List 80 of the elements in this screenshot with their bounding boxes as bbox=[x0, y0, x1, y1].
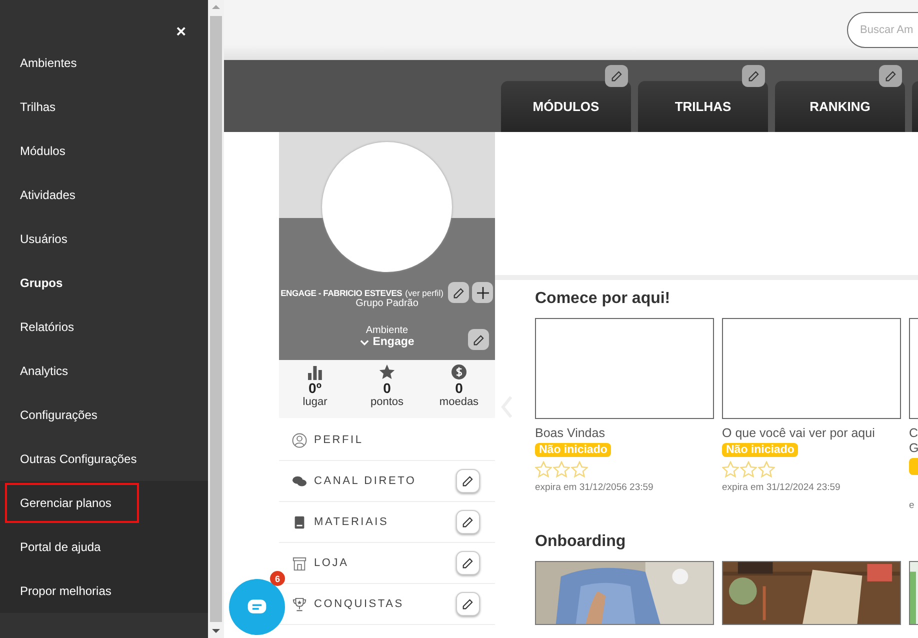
section-title: Onboarding bbox=[535, 533, 627, 551]
sidebar-item[interactable]: Gerenciar planos bbox=[5, 483, 139, 523]
pencil-icon bbox=[461, 515, 475, 529]
user-name: ENGAGE - FABRICIO ESTEVES bbox=[280, 288, 402, 298]
sidebar-item[interactable]: Grupos bbox=[5, 263, 78, 303]
menu-item[interactable]: CONQUISTAS bbox=[292, 596, 404, 612]
add-button[interactable] bbox=[472, 282, 494, 303]
edit-button[interactable] bbox=[879, 65, 902, 87]
card-image-frame[interactable] bbox=[722, 318, 901, 419]
coin-icon bbox=[451, 364, 467, 380]
sidebar-item[interactable]: Relatórios bbox=[5, 307, 90, 347]
edit-button[interactable] bbox=[456, 510, 480, 534]
status-badge: Não iniciado bbox=[535, 443, 612, 457]
pencil-icon bbox=[884, 69, 898, 83]
environment-dropdown[interactable]: Engage bbox=[360, 336, 414, 348]
user-icon bbox=[292, 432, 307, 448]
pencil-icon bbox=[461, 597, 475, 611]
star-icon bbox=[722, 461, 739, 478]
sidebar-item[interactable]: Usuários bbox=[5, 219, 82, 259]
edit-button[interactable] bbox=[742, 65, 765, 87]
stat-label: moedas bbox=[439, 396, 479, 408]
expiry-date: expira em 31/12/2024 23:59 bbox=[722, 482, 840, 493]
pencil-icon bbox=[472, 332, 486, 346]
pencil-icon bbox=[746, 69, 760, 83]
card-title[interactable]: C G bbox=[909, 426, 918, 456]
menu-item[interactable]: MATERIAIS bbox=[292, 514, 389, 530]
status-badge: Não iniciado bbox=[722, 443, 798, 457]
chat-icon bbox=[292, 474, 307, 488]
pencil-icon bbox=[610, 69, 624, 83]
card-title[interactable]: O que você vai ver por aqui bbox=[722, 426, 875, 441]
stat-value: 0 bbox=[455, 380, 463, 396]
pencil-icon bbox=[461, 474, 475, 488]
edit-button[interactable] bbox=[468, 329, 489, 350]
expiry-date: e bbox=[909, 500, 914, 511]
menu-item[interactable]: LOJA bbox=[292, 556, 349, 570]
tab[interactable]: RANKING bbox=[775, 81, 905, 132]
star-icon bbox=[571, 461, 588, 478]
star-icon bbox=[379, 364, 395, 380]
book-icon bbox=[292, 514, 307, 530]
menu-item[interactable]: CANAL DIRETO bbox=[292, 474, 416, 488]
close-button[interactable]: × bbox=[176, 23, 186, 41]
stat-label: pontos bbox=[370, 396, 404, 408]
edit-button[interactable] bbox=[448, 282, 470, 303]
expiry-date: expira em 31/12/2056 23:59 bbox=[535, 482, 654, 493]
edit-button[interactable] bbox=[456, 592, 480, 616]
card-image-frame[interactable] bbox=[535, 318, 714, 419]
chevron-down-icon bbox=[360, 338, 369, 346]
scrollbar[interactable] bbox=[208, 0, 224, 638]
plus-icon bbox=[474, 284, 491, 300]
sidebar-item[interactable]: Outras Configurações bbox=[5, 439, 152, 479]
sidebar-item[interactable]: Ambientes bbox=[5, 43, 92, 83]
sidebar-item[interactable]: Atividades bbox=[5, 175, 90, 215]
pencil-icon bbox=[461, 556, 475, 570]
bar-chart-icon bbox=[307, 364, 323, 380]
tab[interactable]: MÓDULOS bbox=[501, 81, 631, 132]
stat-value: 0 bbox=[383, 380, 391, 396]
pencil-icon bbox=[452, 286, 466, 300]
environment-label: Ambiente bbox=[366, 325, 408, 336]
store-icon bbox=[292, 556, 307, 570]
trophy-icon bbox=[292, 596, 307, 612]
stat-value: 0º bbox=[308, 380, 322, 396]
star-icon bbox=[758, 461, 775, 478]
group-name: Grupo Padrão bbox=[356, 298, 418, 309]
stat-label: lugar bbox=[302, 396, 328, 408]
profile-link[interactable]: (ver perfil) bbox=[405, 288, 444, 298]
star-icon bbox=[535, 461, 552, 478]
sidebar-item[interactable]: Configurações bbox=[5, 395, 112, 435]
section-title: Comece por aqui! bbox=[535, 290, 672, 308]
edit-button[interactable] bbox=[605, 65, 628, 87]
star-icon bbox=[740, 461, 757, 478]
card-title[interactable]: Boas Vindas bbox=[535, 426, 605, 441]
edit-button[interactable] bbox=[456, 469, 480, 493]
menu-item[interactable]: PERFIL bbox=[292, 432, 364, 448]
edit-button[interactable] bbox=[456, 551, 480, 575]
sidebar-item[interactable]: Módulos bbox=[5, 131, 80, 171]
sidebar-item[interactable]: Trilhas bbox=[5, 87, 71, 127]
sidebar-item[interactable]: Analytics bbox=[5, 351, 84, 391]
tab[interactable]: TRILHAS bbox=[638, 81, 768, 132]
search-field[interactable]: Buscar Am bbox=[847, 12, 918, 48]
star-icon bbox=[553, 461, 570, 478]
